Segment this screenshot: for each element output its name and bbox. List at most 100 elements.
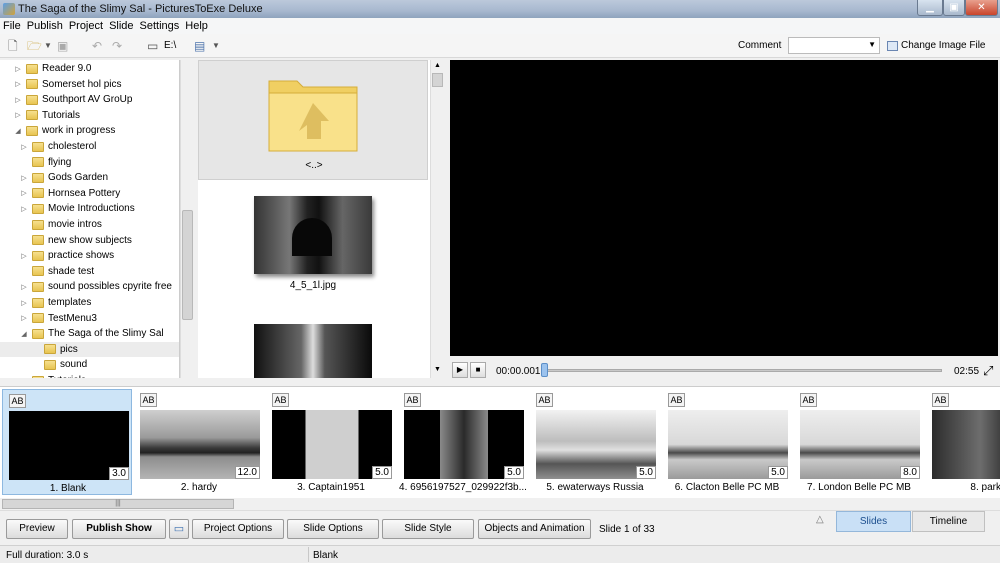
slide-item[interactable]: AB 3.0 1. Blank [2,389,132,495]
menu-file[interactable]: File [3,20,21,32]
file-thumbnail[interactable] [254,196,372,274]
new-file-icon[interactable]: 🗋 [8,39,18,53]
expand-toggle-icon[interactable]: ▷ [14,80,22,88]
publish-show-button[interactable]: Publish Show [72,519,166,539]
tab-timeline[interactable]: Timeline [912,511,985,532]
ab-badge[interactable]: AB [668,393,685,407]
tree-item[interactable]: flying [20,155,71,170]
tree-item[interactable]: ▷ Tutorials [14,108,80,123]
scroll-down-icon[interactable]: ▼ [434,366,441,373]
ab-badge[interactable]: AB [932,393,949,407]
folder-tree-scrollbar[interactable] [180,60,194,378]
slide-item[interactable]: AB 8.0 7. London Belle PC MB [794,389,924,495]
tree-item[interactable]: ◢ The Saga of the Slimy Sal [20,326,163,341]
redo-icon[interactable]: ↷ [112,39,122,53]
tree-item[interactable]: ▷ Reader 9.0 [14,61,91,76]
expand-toggle-icon[interactable]: ▷ [20,189,28,197]
open-dropdown-icon[interactable]: ▼ [44,39,52,53]
expand-toggle-icon[interactable]: ▷ [14,65,22,73]
open-folder-icon[interactable]: 🗁 [27,39,42,53]
ab-badge[interactable]: AB [140,393,157,407]
tree-item[interactable]: ▷ Southport AV GroUp [14,92,132,107]
expand-toggle-icon[interactable]: ▷ [14,96,22,104]
slide-thumbnail[interactable]: 5.0 [272,410,392,479]
expand-toggle-icon[interactable]: ▷ [20,299,28,307]
slide-thumbnail[interactable]: 5.0 [404,410,524,479]
tree-item[interactable]: ▷ cholesterol [20,139,96,154]
slide-strip-scrollbar[interactable]: ||| [0,498,236,510]
tree-item[interactable]: ▷ TestMenu3 [20,311,97,326]
ab-badge[interactable]: AB [9,394,26,408]
expand-toggle-icon[interactable]: ▷ [20,314,28,322]
tree-item[interactable]: ▷ Gods Garden [20,170,108,185]
expand-toggle-icon[interactable]: ▷ [20,252,28,260]
file-browser-scrollbar[interactable]: ▲ ▼ [430,60,444,378]
expand-toggle-icon[interactable]: ▷ [20,143,28,151]
tree-item[interactable]: sound [32,357,87,372]
tab-slides[interactable]: Slides [836,511,911,532]
tree-item[interactable]: ▷ templates [20,295,91,310]
scrollbar-thumb[interactable] [182,210,193,320]
slide-thumbnail[interactable]: 12.0 [140,410,260,479]
slide-strip[interactable]: AB 3.0 1. Blank AB 12.0 2. hardy AB 5.0 3. Capta… [0,386,1000,498]
expand-toggle-icon[interactable]: ◢ [20,330,28,338]
tree-item[interactable]: new show subjects [20,233,132,248]
slide-thumbnail[interactable]: 5.0 [668,410,788,479]
fullscreen-icon[interactable]: ⤢ [983,363,993,379]
seek-slider-handle[interactable] [541,363,548,377]
slide-thumbnail[interactable]: 3.0 [9,411,129,480]
slide-item[interactable]: AB 5.0 4. 6956197527_029922f3b... [398,389,528,495]
tree-item[interactable]: movie intros [20,217,102,232]
tree-item[interactable]: ▷ Somerset hol pics [14,77,121,92]
slide-preview[interactable] [450,60,998,356]
tree-item[interactable]: ▷ Movie Introductions [20,201,134,216]
menu-publish[interactable]: Publish [27,20,63,32]
play-button[interactable]: ▶ [452,362,468,378]
parent-folder-tile[interactable]: <..> [198,60,428,180]
folder-tree[interactable]: ▷ Reader 9.0 ▷ Somerset hol pics ▷ Southport … [0,60,180,378]
expand-toggle-icon[interactable]: ▷ [20,205,28,213]
tree-item[interactable]: ▷ practice shows [20,248,114,263]
scrollbar-thumb[interactable]: ||| [2,499,234,509]
undo-icon[interactable]: ↶ [92,39,102,53]
view-mode-icon[interactable]: ▤ [194,39,205,53]
tree-item[interactable]: pics [0,341,179,357]
drive-icon[interactable]: ▭ [147,39,158,53]
save-icon[interactable]: ▣ [57,39,68,53]
menu-slide[interactable]: Slide [109,20,133,32]
slide-style-button[interactable]: Slide Style [382,519,474,539]
expand-toggle-icon[interactable]: ▷ [20,283,28,291]
seek-track[interactable] [542,369,942,372]
minimize-button[interactable]: ▁ [917,0,943,16]
expand-toggle-icon[interactable]: ▷ [20,377,28,379]
ab-badge[interactable]: AB [272,393,289,407]
tree-item[interactable]: ▷ sound possibles cpyrite free [20,279,172,294]
scroll-up-icon[interactable]: ▲ [434,62,441,69]
preview-button[interactable]: Preview [6,519,68,539]
slide-options-button[interactable]: Slide Options [287,519,379,539]
change-image-file-button[interactable]: Change Image File [887,40,986,51]
comment-select[interactable]: ▼ [788,37,880,54]
tree-item[interactable]: ▷ Hornsea Pottery [20,186,120,201]
file-thumbnail[interactable] [254,324,372,378]
scrollbar-thumb[interactable] [432,73,443,87]
expand-toggle-icon[interactable]: ▷ [20,174,28,182]
expand-toggle-icon[interactable]: ◢ [14,127,22,135]
screen-icon[interactable]: ▭ [169,519,189,539]
ab-badge[interactable]: AB [800,393,817,407]
slide-thumbnail[interactable]: 8.0 [800,410,920,479]
close-button[interactable]: ✕ [965,0,998,16]
drive-label[interactable]: E:\ [164,39,176,53]
objects-and-animation-button[interactable]: Objects and Animation [478,519,591,539]
menu-project[interactable]: Project [69,20,103,32]
expand-toggle-icon[interactable]: ▷ [14,111,22,119]
collapse-icon[interactable]: △ [816,514,824,525]
maximize-button[interactable]: ▣ [943,0,965,16]
tree-item[interactable]: ◢ work in progress [14,123,115,138]
slide-item[interactable]: AB 5.0 3. Captain1951 [266,389,396,495]
ab-badge[interactable]: AB [404,393,421,407]
slide-item[interactable]: AB 5.0 5. ewaterways Russia [530,389,660,495]
slide-item[interactable]: AB 5.0 6. Clacton Belle PC MB [662,389,792,495]
slide-item[interactable]: AB 12.0 2. hardy [134,389,264,495]
view-dropdown-icon[interactable]: ▼ [212,39,220,53]
